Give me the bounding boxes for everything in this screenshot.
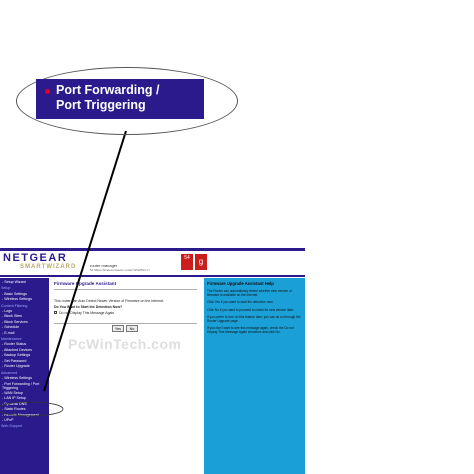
- badge-g-icon: g: [195, 254, 207, 270]
- do-not-display-label: Do not Display This Message Again: [59, 311, 115, 315]
- help-paragraph: Click No if you want to proceed to check…: [207, 307, 294, 312]
- help-paragraph: If you don't want to see this message ag…: [207, 326, 294, 335]
- callout-label-line1: Port Forwarding /: [56, 83, 160, 97]
- sidebar-section-web-support: Web Support: [1, 424, 22, 429]
- divider: [54, 289, 197, 290]
- sidebar-item-router-upgrade[interactable]: - Router Upgrade: [0, 364, 49, 369]
- smartwizard-logo: SMARTWIZARD: [20, 264, 77, 270]
- netgear-logo: NETGEAR: [3, 252, 68, 264]
- help-paragraph: The Router can automatically detect whet…: [207, 289, 292, 298]
- sidebar-item-upnp[interactable]: - UPnP: [0, 418, 49, 423]
- main-panel: Firmware Upgrade Assistant This router c…: [50, 278, 201, 474]
- detect-message: This router can Auto Detect Newer Versio…: [54, 299, 165, 303]
- detect-question: Do You Want to Start the Detection Now?: [54, 305, 123, 309]
- sidebar-item-port-forwarding-port-triggering[interactable]: - Port Forwarding / Port Triggering: [0, 381, 49, 391]
- sidebar-item-wireless-settings[interactable]: - Wireless Settings: [0, 297, 49, 302]
- divider: [54, 323, 197, 324]
- callout-port-forwarding: Port Forwarding / Port Triggering: [36, 79, 204, 119]
- help-paragraph: Click Yes if you want to start the detec…: [207, 300, 274, 305]
- bullet-icon: [45, 89, 50, 94]
- sidebar-item-e-mail[interactable]: - E-mail: [0, 331, 49, 336]
- help-title: Firmware Upgrade Assistant Help: [207, 281, 274, 286]
- no-button[interactable]: No: [126, 325, 138, 332]
- help-panel: Firmware Upgrade Assistant Help The Rout…: [204, 278, 305, 474]
- do-not-display-checkbox[interactable]: [54, 311, 57, 314]
- header-rule: [0, 275, 305, 277]
- page-title: Firmware Upgrade Assistant: [54, 281, 117, 286]
- sidebar-menu: - Setup Wizard Setup - Basic Settings - Wir…: [0, 278, 49, 474]
- sidebar-item-setup-wizard[interactable]: - Setup Wizard: [0, 280, 49, 285]
- header-top-bar: [0, 248, 305, 251]
- help-paragraph: If you prefer to turn on this feature la…: [207, 314, 301, 324]
- yes-button[interactable]: Yes: [112, 325, 124, 332]
- badge-54-icon: 54: [181, 254, 193, 270]
- router-admin-page: NETGEAR SMARTWIZARD router manager 54 Mb…: [0, 248, 305, 474]
- watermark: PcWinTech.com: [68, 336, 182, 352]
- callout-label-line2: Port Triggering: [56, 98, 146, 112]
- model-name: 54 Mbps Wireless Router model WGR614 v7: [90, 268, 150, 272]
